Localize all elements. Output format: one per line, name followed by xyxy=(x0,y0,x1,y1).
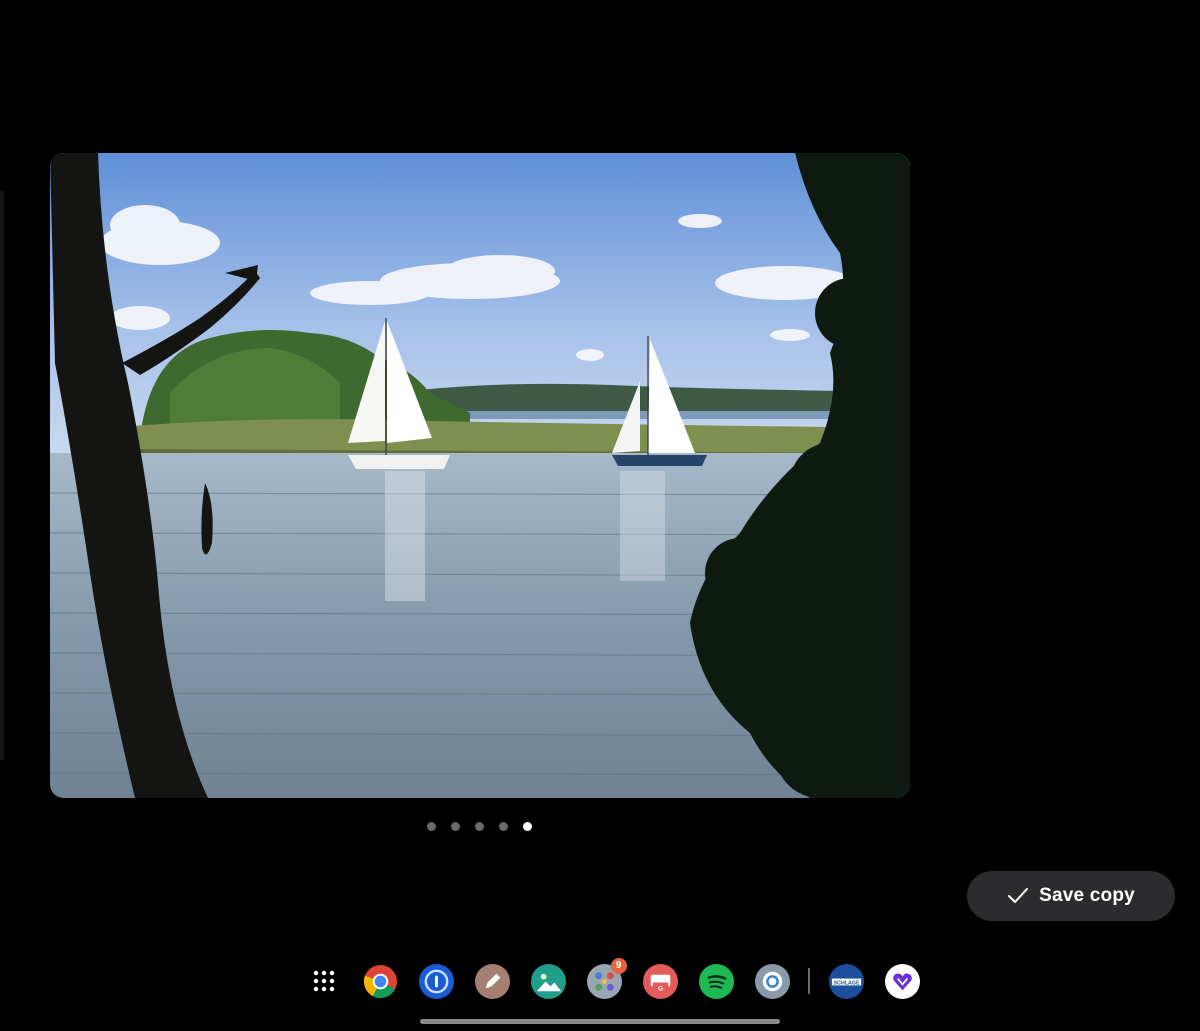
page-dot[interactable] xyxy=(451,822,460,831)
left-edge-sliver xyxy=(0,190,4,760)
save-copy-label: Save copy xyxy=(1039,885,1135,906)
page-indicator xyxy=(427,822,532,831)
lake-sailboats-image xyxy=(50,153,910,798)
page-dot[interactable] xyxy=(475,822,484,831)
sketch-pen-icon[interactable] xyxy=(474,963,510,999)
heart-app-icon[interactable] xyxy=(884,963,920,999)
page-dot[interactable] xyxy=(427,822,436,831)
page-dot-active[interactable] xyxy=(523,822,532,831)
app-launcher-icon[interactable] xyxy=(307,964,342,999)
home-gesture-bar[interactable] xyxy=(420,1019,780,1024)
save-copy-button[interactable]: Save copy xyxy=(967,871,1175,921)
google-news-icon[interactable]: G xyxy=(642,963,678,999)
spotify-icon[interactable] xyxy=(698,963,734,999)
password-manager-icon[interactable] xyxy=(418,963,454,999)
taskbar-dock: 9 G SCHLAGE xyxy=(296,957,930,1000)
schlage-icon[interactable]: SCHLAGE xyxy=(828,963,864,999)
camera-icon[interactable] xyxy=(754,963,790,999)
app-folder-icon[interactable]: 9 xyxy=(586,957,627,999)
notification-badge: 9 xyxy=(610,957,627,974)
chrome-icon[interactable] xyxy=(363,964,398,999)
svg-text:G: G xyxy=(657,985,662,992)
page-dot[interactable] xyxy=(499,822,508,831)
dock-separator xyxy=(808,968,810,994)
photo-preview[interactable] xyxy=(50,153,910,798)
photos-icon[interactable] xyxy=(530,963,566,999)
schlage-logo-text: SCHLAGE xyxy=(833,980,859,986)
checkmark-icon xyxy=(1008,888,1029,903)
